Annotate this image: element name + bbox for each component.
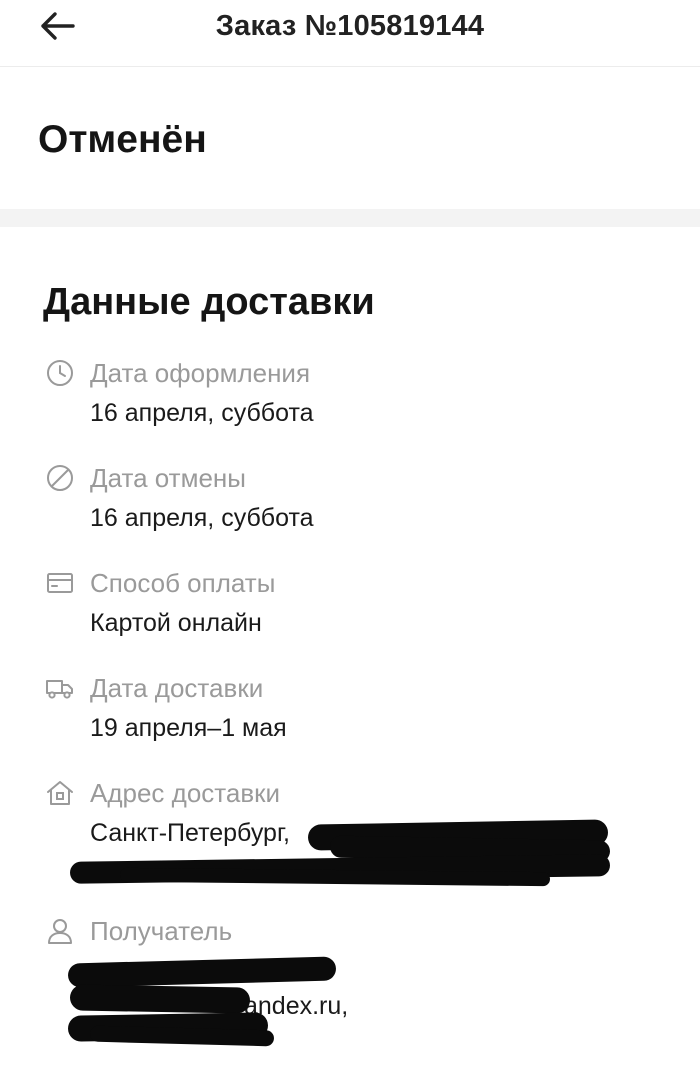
- redaction-mark: [69, 984, 251, 1014]
- delivery-address-label: Адрес доставки: [90, 778, 281, 808]
- payment-method-value: Картой онлайн: [90, 609, 262, 637]
- truck-icon: [45, 673, 75, 703]
- card-icon: [45, 568, 75, 598]
- order-status: Отменён: [38, 118, 207, 161]
- recipient-label: Получатель: [90, 916, 233, 946]
- delivery-date-label: Дата доставки: [90, 673, 264, 703]
- delivery-address-value: Санкт-Петербург,: [90, 819, 290, 847]
- order-title: Заказ №105819144: [215, 10, 485, 42]
- section-divider: [0, 209, 700, 227]
- clock-icon: [45, 358, 75, 388]
- house-icon: [45, 778, 75, 808]
- delivery-date-value: 19 апреля–1 мая: [90, 714, 287, 742]
- redaction-mark: [89, 1025, 275, 1047]
- person-icon: [45, 916, 75, 946]
- top-bar: Заказ №105819144: [0, 0, 700, 67]
- cancel-circle-icon: [45, 463, 75, 493]
- order-date-value: 16 апреля, суббота: [90, 399, 314, 427]
- cancel-date-label: Дата отмены: [90, 463, 246, 493]
- redaction-mark: [67, 956, 337, 988]
- order-date-label: Дата оформления: [90, 358, 311, 388]
- delivery-section-title: Данные доставки: [43, 281, 375, 323]
- cancel-date-value: 16 апреля, суббота: [90, 504, 314, 532]
- payment-method-label: Способ оплаты: [90, 568, 276, 598]
